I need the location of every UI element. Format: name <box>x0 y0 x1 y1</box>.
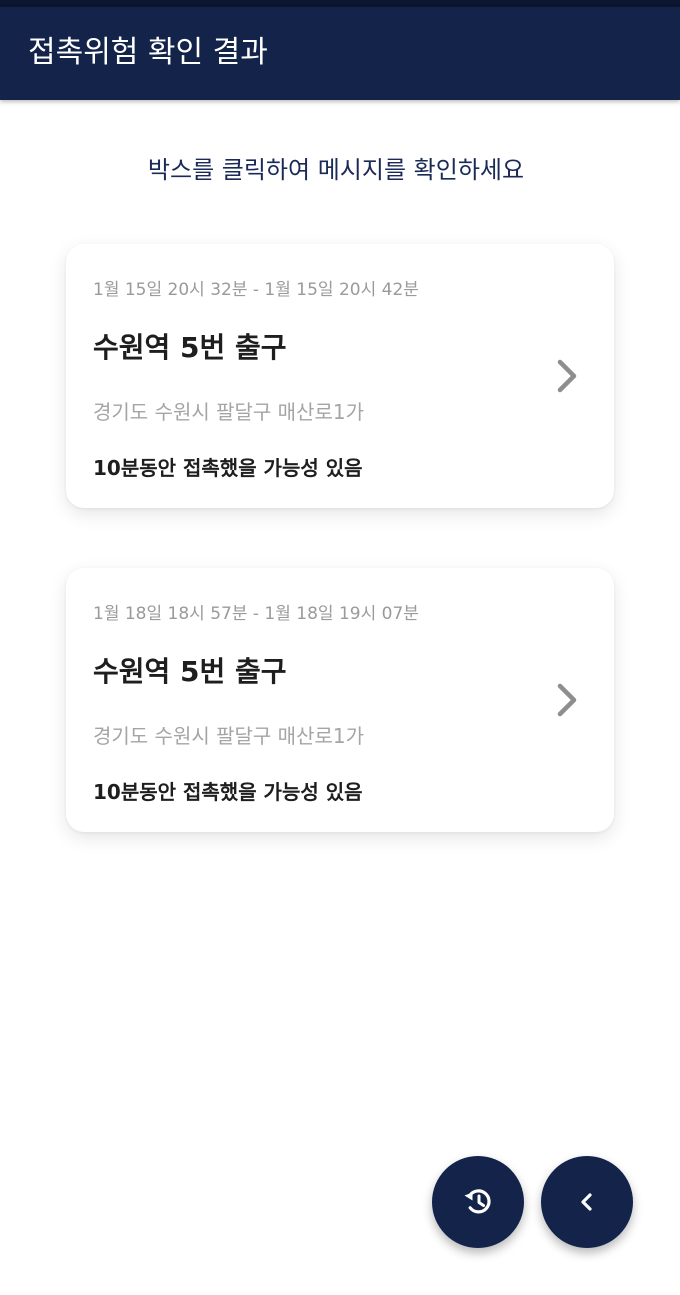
exposure-card-1[interactable]: 1월 15일 20시 32분 - 1월 15일 20시 42분 수원역 5번 출… <box>66 244 614 508</box>
back-button[interactable] <box>541 1156 633 1248</box>
chevron-right-icon <box>557 683 577 717</box>
card-time-range: 1월 18일 18시 57분 - 1월 18일 19시 07분 <box>93 604 419 624</box>
card-address: 경기도 수원시 팔달구 매산로1가 <box>93 400 364 424</box>
card-address: 경기도 수원시 팔달구 매산로1가 <box>93 724 364 748</box>
card-contact-note: 10분동안 접촉했을 가능성 있음 <box>93 780 363 804</box>
chevron-left-icon <box>581 1193 592 1211</box>
exposure-card-2[interactable]: 1월 18일 18시 57분 - 1월 18일 19시 07분 수원역 5번 출… <box>66 568 614 832</box>
chevron-right-icon <box>557 359 577 393</box>
card-time-range: 1월 15일 20시 32분 - 1월 15일 20시 42분 <box>93 280 419 300</box>
card-place-name: 수원역 5번 출구 <box>93 655 287 688</box>
instruction-text: 박스를 클릭하여 메시지를 확인하세요 <box>147 156 525 184</box>
page-title: 접촉위험 확인 결과 <box>28 35 268 70</box>
card-contact-note: 10분동안 접촉했을 가능성 있음 <box>93 456 363 480</box>
card-place-name: 수원역 5번 출구 <box>93 331 287 364</box>
app-bar: 접촉위험 확인 결과 <box>0 7 680 100</box>
history-button[interactable] <box>432 1156 524 1248</box>
status-bar <box>0 0 680 7</box>
history-icon <box>464 1189 491 1214</box>
